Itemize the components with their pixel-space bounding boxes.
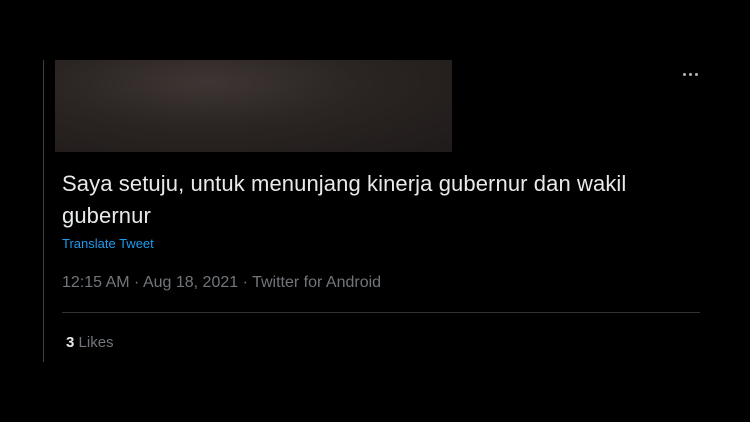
thread-line — [43, 60, 44, 362]
tweet-source[interactable]: Twitter for Android — [252, 274, 381, 291]
meta-separator: · — [238, 274, 253, 291]
more-options-button[interactable] — [676, 64, 704, 84]
more-horizontal-icon — [682, 72, 686, 76]
tweet-detail-view: Saya setuju, untuk menunjang kinerja gub… — [0, 0, 750, 422]
likes-stat[interactable]: 3 Likes — [66, 333, 114, 352]
likes-count: 3 — [66, 334, 75, 351]
redacted-author-header — [55, 60, 452, 152]
more-horizontal-icon-dot — [688, 72, 692, 76]
translate-tweet-link[interactable]: Translate Tweet — [62, 235, 154, 252]
tweet-time[interactable]: 12:15 AM — [62, 274, 130, 291]
divider — [62, 312, 700, 313]
more-horizontal-icon-dot — [694, 72, 698, 76]
tweet-date[interactable]: Aug 18, 2021 — [143, 274, 238, 291]
tweet-metadata: 12:15 AM · Aug 18, 2021 · Twitter for An… — [62, 273, 381, 293]
meta-separator: · — [129, 274, 143, 291]
likes-label: Likes — [78, 334, 114, 351]
tweet-text: Saya setuju, untuk menunjang kinerja gub… — [62, 171, 627, 228]
